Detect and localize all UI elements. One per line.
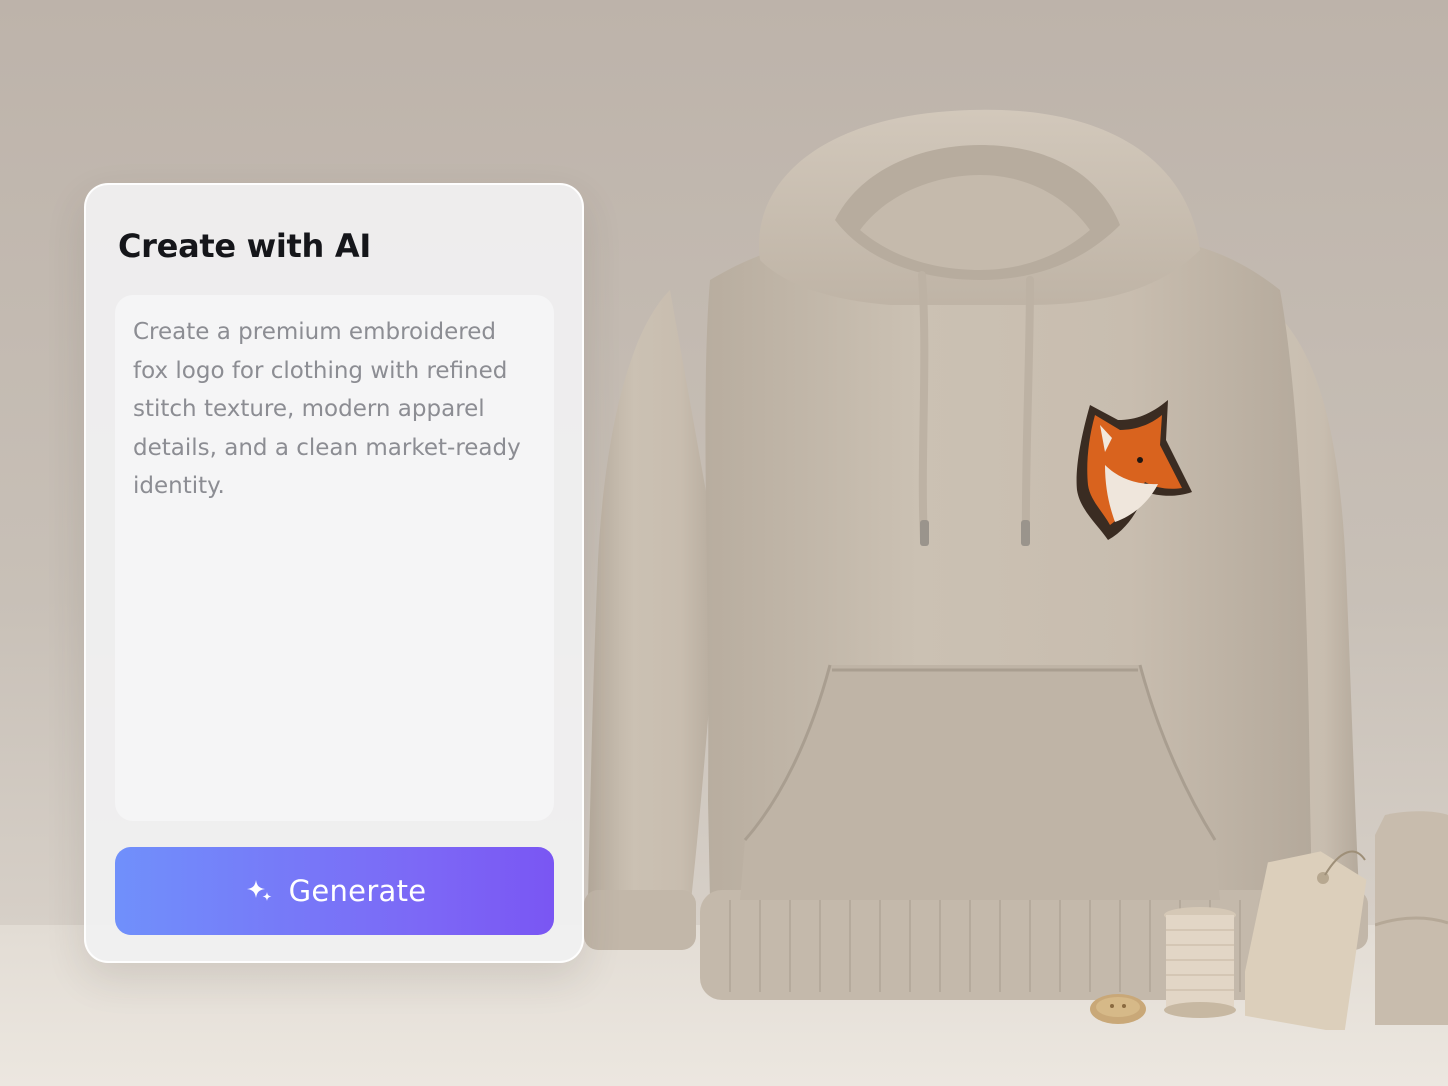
thread-spool-image xyxy=(1164,907,1236,1018)
hang-tag-image xyxy=(1245,850,1367,1030)
folded-fabric-image xyxy=(1375,811,1448,1025)
prompt-textarea[interactable]: Create a premium embroidered fox logo fo… xyxy=(115,295,554,821)
ai-create-panel: Create with AI Create a premium embroide… xyxy=(84,183,584,963)
sparkle-icon xyxy=(246,880,272,901)
generate-button[interactable]: Generate xyxy=(115,847,554,935)
panel-title: Create with AI xyxy=(118,227,371,265)
prompt-text: Create a premium embroidered fox logo fo… xyxy=(133,319,521,499)
wooden-button-image xyxy=(1090,994,1146,1024)
generate-label: Generate xyxy=(288,874,427,908)
